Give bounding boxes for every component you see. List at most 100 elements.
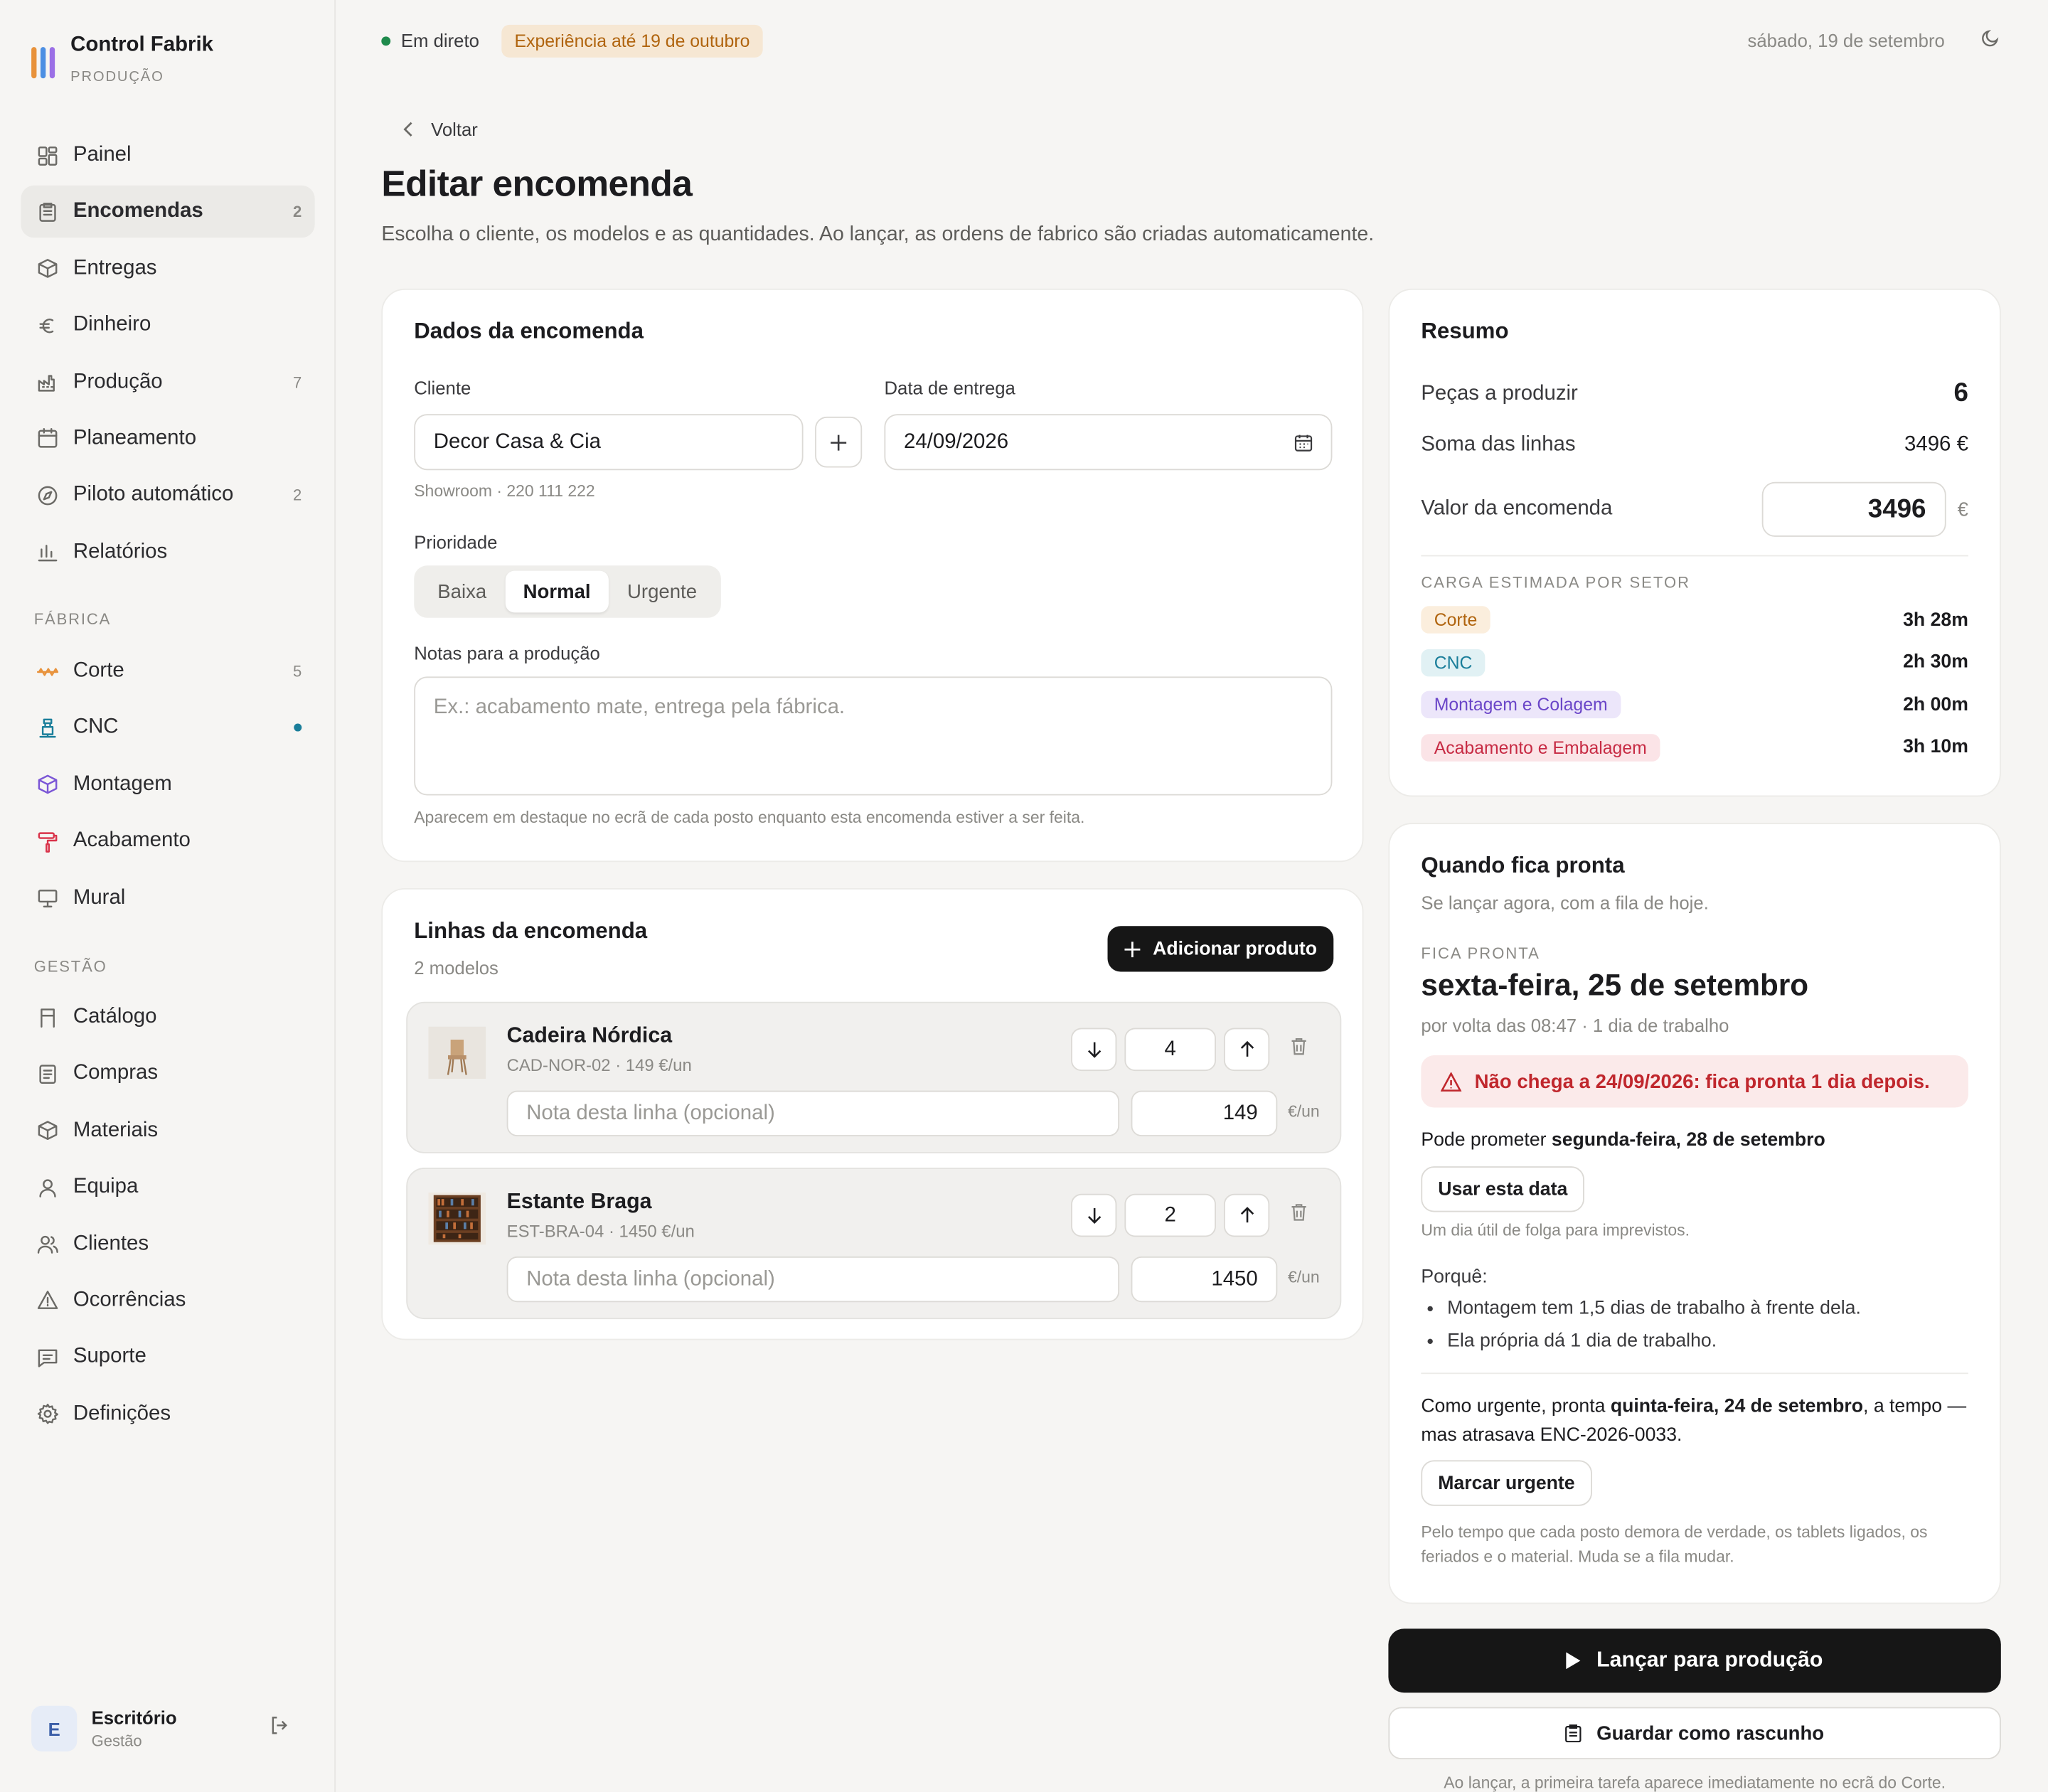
notes-label: Notas para a produção bbox=[414, 642, 600, 664]
launch-production-button[interactable]: Lançar para produção bbox=[1388, 1628, 2001, 1693]
mark-urgent-button[interactable]: Marcar urgente bbox=[1421, 1460, 1592, 1506]
sidebar-item-piloto-automatico[interactable]: Piloto automático 2 bbox=[21, 469, 314, 521]
sidebar-item-montagem[interactable]: Montagem bbox=[21, 759, 314, 811]
dashboard-icon bbox=[34, 142, 60, 169]
pieces-value: 6 bbox=[1953, 378, 1968, 408]
factory-nav: Corte 5 CNC Montagem Acabamento Mural bbox=[21, 645, 314, 928]
user-profile[interactable]: E Escritório Gestão bbox=[31, 1705, 306, 1752]
sidebar-item-label: Mural bbox=[73, 886, 126, 909]
priority-option-urgente[interactable]: Urgente bbox=[609, 571, 715, 613]
priority-option-baixa[interactable]: Baixa bbox=[420, 571, 505, 613]
sidebar-item-acabamento[interactable]: Acabamento bbox=[21, 815, 314, 867]
product-code: CAD-NOR-02 · 149 €/un bbox=[506, 1055, 692, 1075]
sector-tag: Corte bbox=[1421, 606, 1490, 634]
why-label: Porquê: bbox=[1421, 1266, 1488, 1288]
ready-label: FICA PRONTA bbox=[1421, 944, 1540, 963]
production-notes-textarea[interactable]: Ex.: acabamento mate, entrega pela fábri… bbox=[414, 676, 1333, 796]
bar-chart-icon bbox=[34, 539, 60, 565]
sector-time: 2h 30m bbox=[1903, 651, 1968, 673]
plus-icon bbox=[1124, 941, 1140, 957]
compass-icon bbox=[34, 482, 60, 508]
sidebar-item-ocorrencias[interactable]: Ocorrências bbox=[21, 1275, 314, 1327]
chair-icon bbox=[34, 1004, 60, 1030]
add-client-button[interactable] bbox=[815, 416, 863, 468]
sidebar-item-relatorios[interactable]: Relatórios bbox=[21, 526, 314, 578]
sidebar-item-producao[interactable]: Produção 7 bbox=[21, 356, 314, 408]
sidebar-item-materiais[interactable]: Materiais bbox=[21, 1104, 314, 1156]
user-name: Escritório bbox=[91, 1707, 177, 1728]
promise-prefix: Pode prometer bbox=[1421, 1129, 1552, 1151]
sidebar-item-label: Piloto automático bbox=[73, 484, 234, 506]
save-draft-button[interactable]: Guardar como rascunho bbox=[1388, 1707, 2001, 1760]
sector-load-row: Acabamento e Embalagem 3h 10m bbox=[1421, 733, 1968, 762]
sidebar-item-compras[interactable]: Compras bbox=[21, 1048, 314, 1100]
sector-tag: Montagem e Colagem bbox=[1421, 690, 1621, 719]
message-icon bbox=[34, 1345, 60, 1371]
increase-qty-button[interactable] bbox=[1223, 1193, 1270, 1237]
chevron-left-icon bbox=[403, 122, 412, 137]
calendar-icon[interactable] bbox=[1294, 433, 1313, 452]
sidebar-item-catalogo[interactable]: Catálogo bbox=[21, 991, 314, 1043]
sidebar-item-painel[interactable]: Painel bbox=[21, 129, 314, 181]
trial-badge[interactable]: Experiência até 19 de outubro bbox=[501, 23, 763, 57]
sector-time: 3h 28m bbox=[1903, 609, 1968, 631]
increase-qty-button[interactable] bbox=[1223, 1028, 1270, 1072]
decrease-qty-button[interactable] bbox=[1071, 1193, 1117, 1237]
urgent-date: quinta-feira, 24 de setembro bbox=[1610, 1396, 1864, 1417]
sidebar-item-corte[interactable]: Corte 5 bbox=[21, 645, 314, 697]
quantity-input[interactable]: 2 bbox=[1124, 1193, 1216, 1237]
gear-icon bbox=[34, 1401, 60, 1427]
plus-icon bbox=[831, 434, 847, 450]
sidebar-item-label: Relatórios bbox=[73, 540, 168, 563]
ready-title: Quando fica pronta bbox=[1421, 853, 1625, 878]
users-icon bbox=[34, 1231, 60, 1257]
sidebar-item-definicoes[interactable]: Definições bbox=[21, 1388, 314, 1440]
alert-triangle-icon bbox=[1440, 1072, 1462, 1092]
unit-price-input[interactable]: 1450 bbox=[1131, 1256, 1278, 1303]
box-icon bbox=[34, 256, 60, 282]
sidebar-item-suporte[interactable]: Suporte bbox=[21, 1331, 314, 1383]
sidebar-item-encomendas[interactable]: Encomendas 2 bbox=[21, 186, 315, 238]
sidebar-item-cnc[interactable]: CNC bbox=[21, 702, 314, 754]
add-product-button[interactable]: Adicionar produto bbox=[1107, 926, 1334, 972]
sidebar-item-planeamento[interactable]: Planeamento bbox=[21, 412, 314, 464]
app-logo bbox=[31, 47, 55, 85]
unit-price-input[interactable]: 149 bbox=[1131, 1090, 1278, 1136]
add-product-label: Adicionar produto bbox=[1153, 938, 1317, 960]
urgent-text: Como urgente, pronta quinta-feira, 24 de… bbox=[1421, 1392, 1968, 1450]
product-thumbnail bbox=[428, 1026, 486, 1079]
priority-label: Prioridade bbox=[414, 531, 498, 553]
line-note-input[interactable]: Nota desta linha (opcional) bbox=[506, 1090, 1120, 1136]
count-badge: 5 bbox=[292, 662, 302, 681]
app-name: Control Fabrik bbox=[70, 33, 214, 56]
use-date-button[interactable]: Usar esta data bbox=[1421, 1166, 1585, 1212]
sidebar-item-dinheiro[interactable]: Dinheiro bbox=[21, 299, 314, 351]
priority-option-normal[interactable]: Normal bbox=[504, 570, 609, 613]
decrease-qty-button[interactable] bbox=[1071, 1028, 1117, 1072]
lines-count: 2 modelos bbox=[414, 957, 498, 978]
client-select[interactable]: Decor Casa & Cia bbox=[414, 414, 804, 471]
cnc-icon bbox=[34, 715, 60, 741]
sidebar-item-entregas[interactable]: Entregas bbox=[21, 242, 314, 294]
dark-mode-icon[interactable] bbox=[1980, 27, 2000, 55]
factory-icon bbox=[34, 369, 60, 395]
clipboard-icon bbox=[1565, 1724, 1582, 1743]
reason-item: Ela própria dá 1 dia de trabalho. bbox=[1447, 1326, 1861, 1358]
trash-icon[interactable] bbox=[1291, 1203, 1308, 1228]
quantity-input[interactable]: 4 bbox=[1124, 1028, 1216, 1072]
trash-icon[interactable] bbox=[1291, 1037, 1308, 1062]
logout-icon[interactable] bbox=[269, 1715, 289, 1743]
sector-tag: Acabamento e Embalagem bbox=[1421, 733, 1660, 762]
line-note-input[interactable]: Nota desta linha (opcional) bbox=[506, 1256, 1120, 1303]
draft-label: Guardar como rascunho bbox=[1596, 1722, 1825, 1744]
clipboard-icon bbox=[34, 199, 60, 225]
back-link[interactable]: Voltar bbox=[402, 119, 478, 140]
sidebar-item-mural[interactable]: Mural bbox=[21, 872, 314, 924]
warning-text: Não chega a 24/09/2026: fica pronta 1 di… bbox=[1474, 1070, 1930, 1093]
sidebar-item-equipa[interactable]: Equipa bbox=[21, 1161, 314, 1213]
order-value-input[interactable]: 3496 bbox=[1761, 481, 1946, 537]
sidebar-item-clientes[interactable]: Clientes bbox=[21, 1218, 314, 1270]
management-section-title: GESTÃO bbox=[33, 957, 107, 976]
divider bbox=[1421, 1372, 1968, 1375]
delivery-date-input[interactable]: 24/09/2026 bbox=[884, 414, 1333, 471]
